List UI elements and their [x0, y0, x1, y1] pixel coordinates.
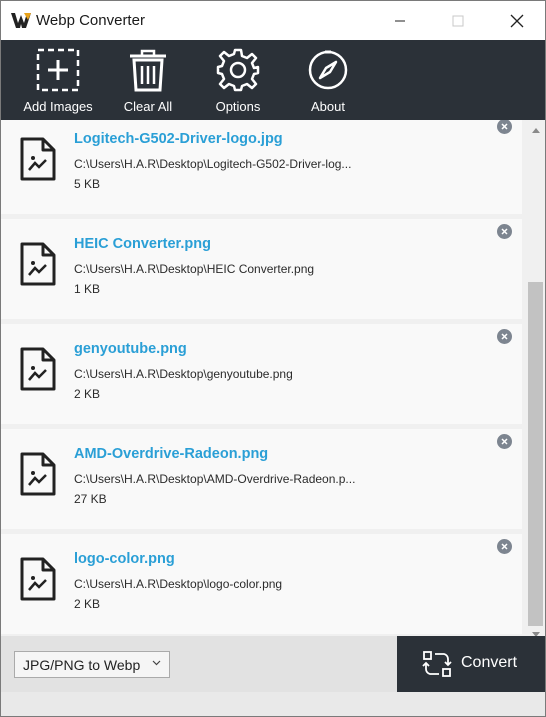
clear-all-label: Clear All	[123, 99, 173, 114]
file-name[interactable]: Logitech-G502-Driver-logo.jpg	[74, 131, 283, 147]
file-path: C:\Users\H.A.R\Desktop\Logitech-G502-Dri…	[74, 157, 352, 171]
file-size: 2 KB	[74, 597, 101, 611]
app-logo-icon	[11, 13, 31, 28]
convert-label: Convert	[461, 654, 518, 671]
image-file-icon	[20, 557, 56, 601]
scrollbar-thumb[interactable]	[528, 282, 543, 626]
close-icon	[510, 14, 524, 27]
close-icon	[501, 333, 508, 340]
options-button[interactable]: Options	[203, 40, 273, 120]
options-label: Options	[215, 99, 261, 114]
image-file-icon	[20, 137, 56, 181]
file-name[interactable]: HEIC Converter.png	[74, 236, 211, 252]
file-list: Logitech-G502-Driver-logo.jpg C:\Users\H…	[1, 120, 526, 636]
clear-all-button[interactable]: Clear All	[113, 40, 183, 120]
file-path: C:\Users\H.A.R\Desktop\logo-color.png	[74, 577, 283, 591]
conversion-mode-select[interactable]: JPG/PNG to Webp	[14, 651, 170, 678]
conversion-mode-value: JPG/PNG to Webp	[23, 657, 141, 673]
chevron-up-icon	[531, 127, 540, 133]
about-label: About	[311, 99, 345, 114]
convert-button[interactable]: Convert	[397, 636, 545, 692]
toolbar: Add Images Clear All Options About	[1, 40, 545, 120]
file-size: 1 KB	[74, 282, 101, 296]
minimize-button[interactable]	[377, 1, 423, 40]
gear-icon	[216, 48, 260, 92]
trash-icon	[130, 49, 166, 92]
maximize-button[interactable]	[435, 1, 481, 40]
remove-file-button[interactable]	[497, 539, 512, 554]
compass-icon	[308, 50, 348, 90]
file-path: C:\Users\H.A.R\Desktop\genyoutube.png	[74, 367, 293, 381]
about-button[interactable]: About	[293, 40, 363, 120]
list-item[interactable]: Logitech-G502-Driver-logo.jpg C:\Users\H…	[1, 120, 522, 214]
convert-icon	[422, 651, 452, 677]
file-name[interactable]: logo-color.png	[74, 551, 175, 567]
remove-file-button[interactable]	[497, 434, 512, 449]
file-size: 5 KB	[74, 177, 101, 191]
file-path: C:\Users\H.A.R\Desktop\HEIC Converter.pn…	[74, 262, 315, 276]
add-icon	[36, 48, 80, 92]
image-file-icon	[20, 242, 56, 286]
window-title: Webp Converter	[36, 12, 145, 29]
title-bar[interactable]: Webp Converter	[1, 1, 545, 40]
remove-file-button[interactable]	[497, 329, 512, 344]
remove-file-button[interactable]	[497, 224, 512, 239]
list-item[interactable]: genyoutube.png C:\Users\H.A.R\Desktop\ge…	[1, 324, 522, 424]
file-path: C:\Users\H.A.R\Desktop\AMD-Overdrive-Rad…	[74, 472, 356, 486]
add-images-label: Add Images	[23, 99, 93, 114]
list-item[interactable]: HEIC Converter.png C:\Users\H.A.R\Deskto…	[1, 219, 522, 319]
vertical-scrollbar[interactable]	[526, 120, 545, 637]
image-file-icon	[20, 347, 56, 391]
maximize-icon	[452, 15, 464, 26]
bottom-bar: JPG/PNG to Webp Convert	[1, 636, 545, 692]
close-icon	[501, 543, 508, 550]
minimize-icon	[395, 20, 405, 21]
close-icon	[501, 438, 508, 445]
close-window-button[interactable]	[494, 1, 540, 40]
file-name[interactable]: genyoutube.png	[74, 341, 187, 357]
file-size: 27 KB	[74, 492, 107, 506]
close-icon	[501, 123, 508, 130]
close-icon	[501, 228, 508, 235]
chevron-down-icon	[152, 660, 161, 666]
app-window: Webp Converter Add Images Clear All Opti…	[0, 0, 546, 717]
scroll-up-button[interactable]	[526, 122, 545, 138]
status-bar	[1, 692, 545, 716]
add-images-button[interactable]: Add Images	[23, 40, 93, 120]
list-item[interactable]: AMD-Overdrive-Radeon.png C:\Users\H.A.R\…	[1, 429, 522, 529]
list-item[interactable]: logo-color.png C:\Users\H.A.R\Desktop\lo…	[1, 534, 522, 634]
file-size: 2 KB	[74, 387, 101, 401]
image-file-icon	[20, 452, 56, 496]
file-name[interactable]: AMD-Overdrive-Radeon.png	[74, 446, 268, 462]
remove-file-button[interactable]	[497, 120, 512, 134]
